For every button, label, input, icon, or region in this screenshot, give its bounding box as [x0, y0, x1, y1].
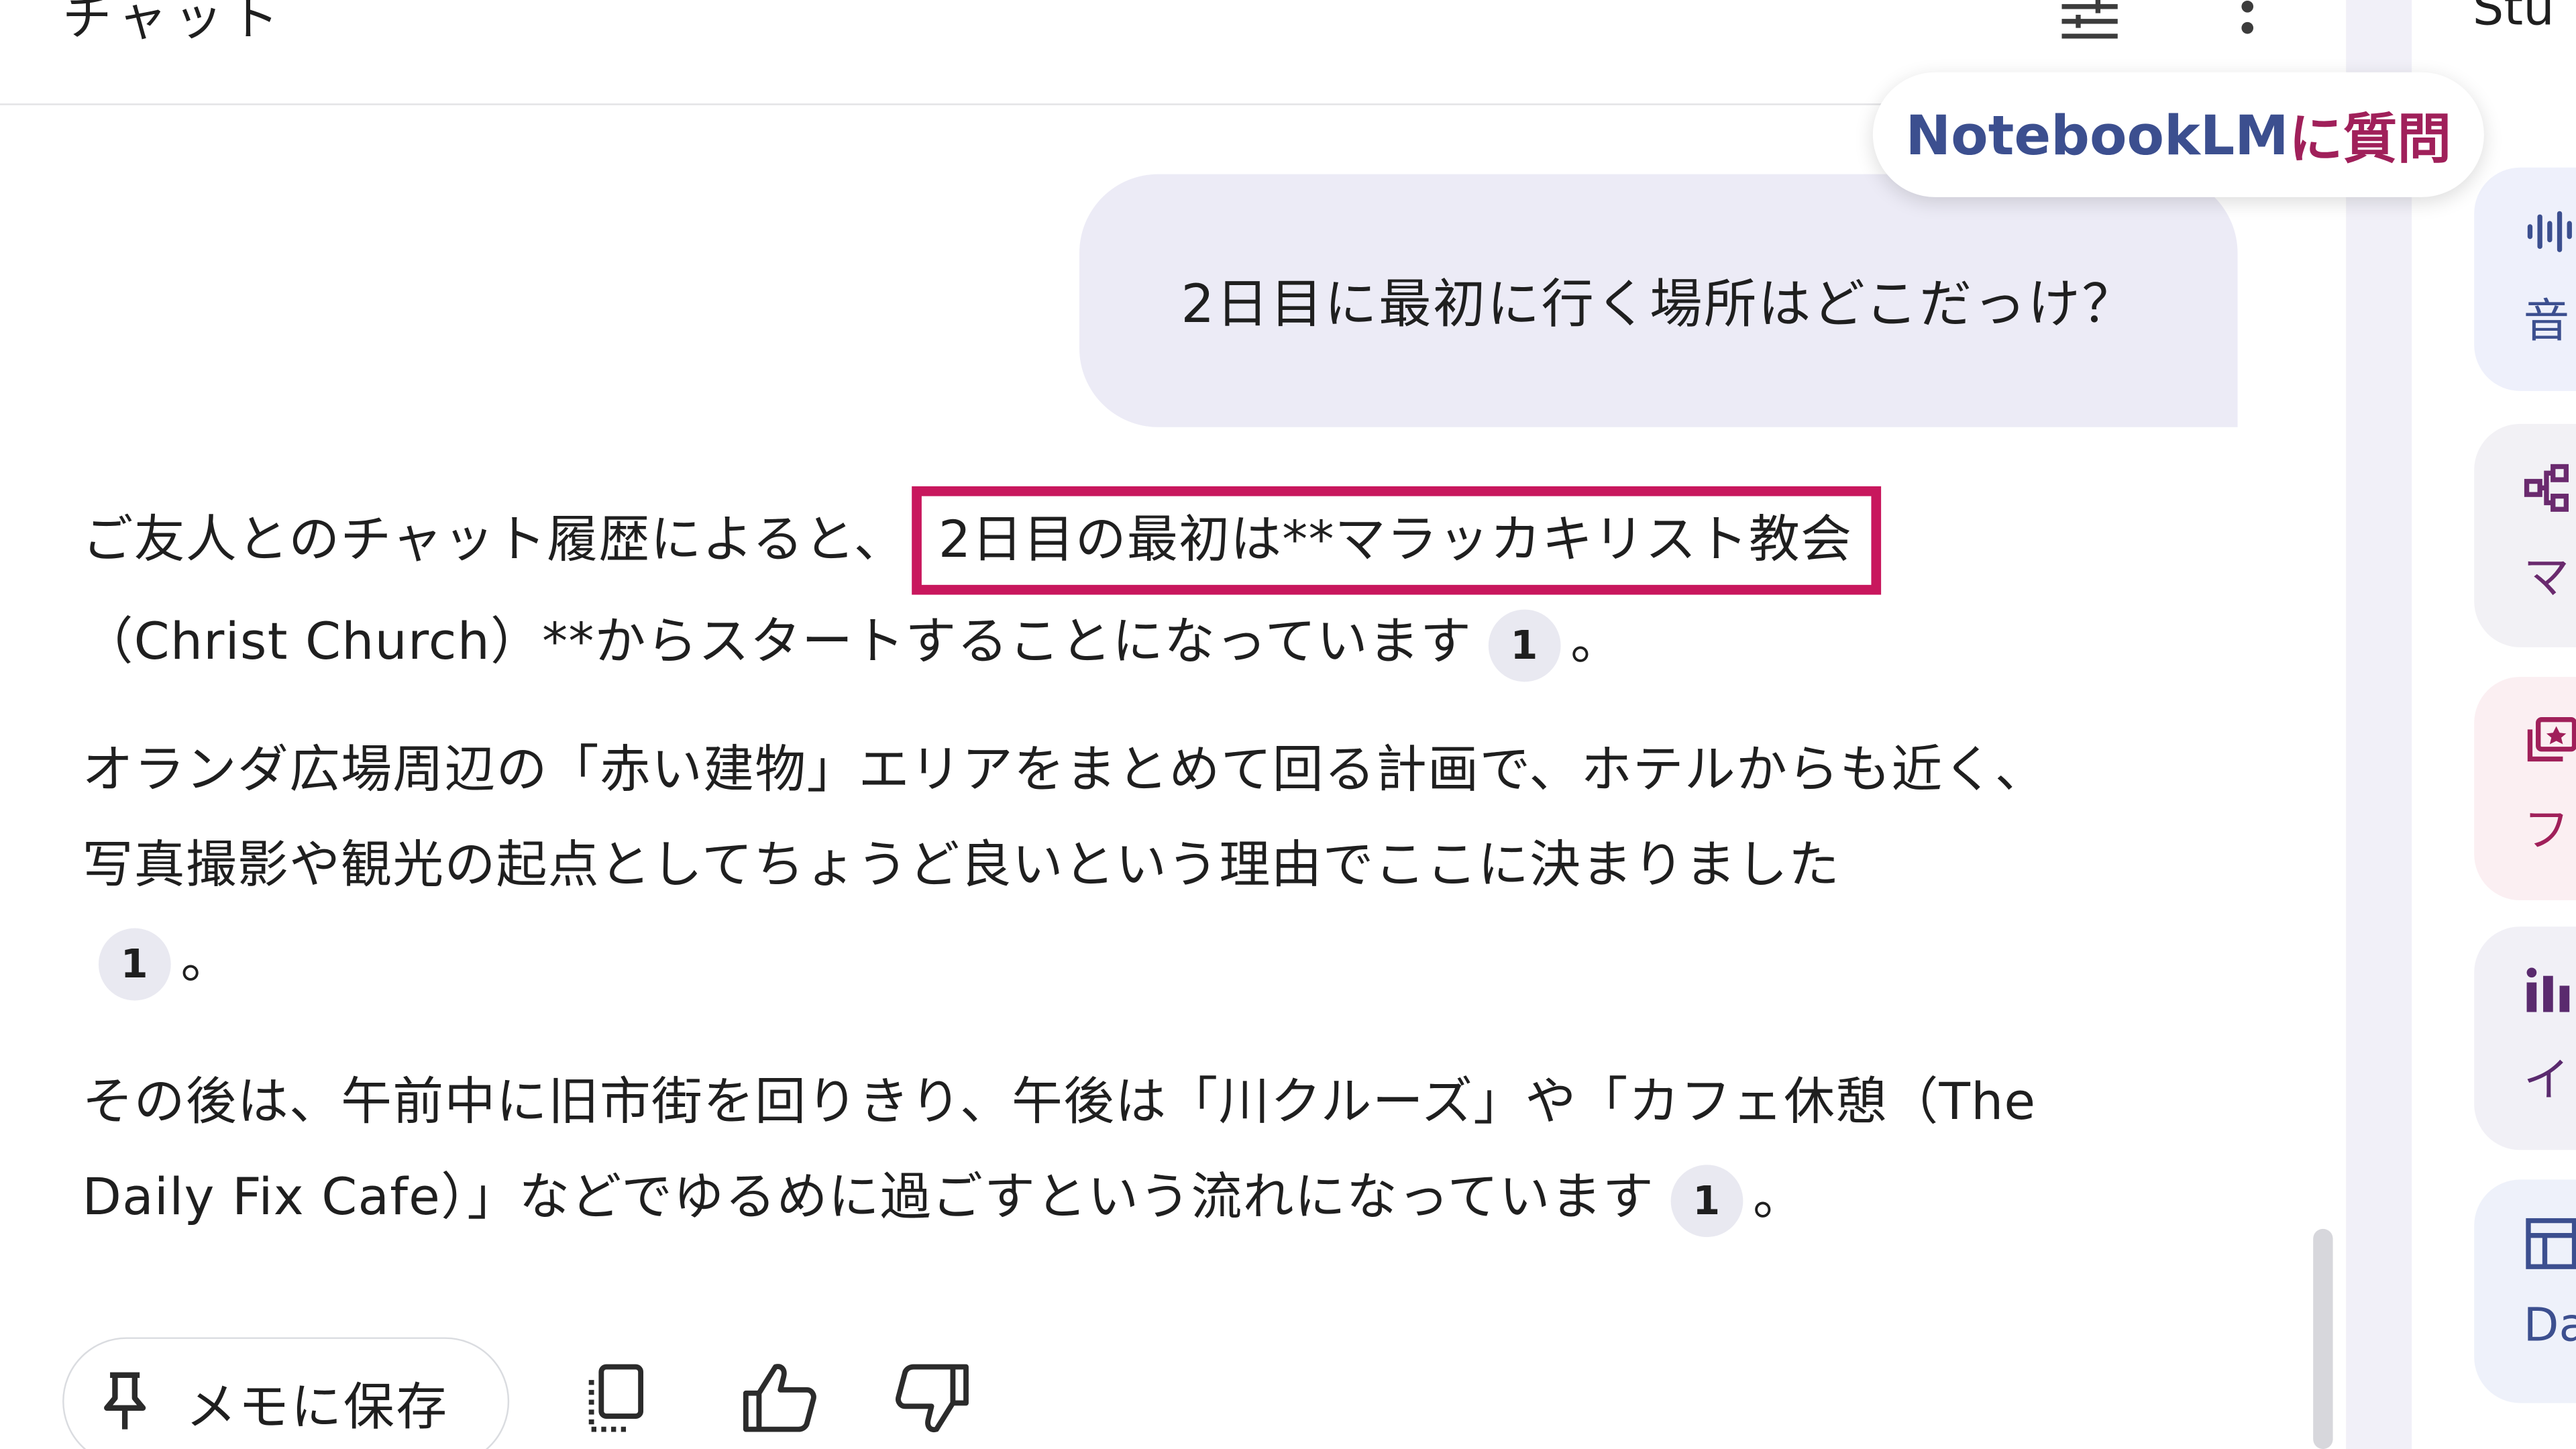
chat-scrollbar[interactable]	[2313, 1228, 2333, 1449]
answer-paragraph-1: ご友人とのチャット履歴によると、 2日目の最初は**マラッカキリスト教会 （Chr…	[82, 486, 2119, 690]
user-query-bubble: 2日目に最初に行く場所はどこだっけ？	[1079, 174, 2238, 427]
answer-p3-text: その後は、午前中に旧市街を回りきり、午後は「川クルーズ」や「カフェ休憩（The …	[82, 1073, 2037, 1228]
tooltip-action: に質問	[2288, 107, 2452, 171]
flashcard-icon	[2527, 716, 2576, 762]
studio-card-mindmap[interactable]: マ	[2474, 423, 2576, 647]
studio-title: Stu	[2472, 0, 2555, 38]
answer-p2-period: 。	[180, 931, 233, 991]
answer-paragraph-2: オランダ広場周辺の「赤い建物」エリアをまとめて回る計画で、ホテルからも近く、写真…	[82, 723, 2086, 1009]
studio-card-infographic[interactable]: イ	[2474, 926, 2576, 1150]
studio-card-audio-label: 音	[2523, 294, 2570, 349]
pin-icon	[104, 1372, 146, 1430]
answer-p3-period: 。	[1752, 1168, 1805, 1228]
thumb-down-icon[interactable]	[892, 1357, 974, 1439]
answer-p2-text: オランダ広場周辺の「赤い建物」エリアをまとめて回る計画で、ホテルからも近く、写真…	[82, 741, 2047, 896]
audio-icon	[2527, 211, 2572, 252]
studio-card-infographic-label: イ	[2523, 1053, 2570, 1108]
mindmap-icon	[2524, 464, 2569, 512]
citation-chip[interactable]: 1	[1488, 608, 1561, 682]
data-table-icon	[2526, 1218, 2576, 1269]
studio-card-audio[interactable]: 音	[2474, 167, 2576, 391]
copy-icon[interactable]	[578, 1357, 660, 1439]
answer-p1-intro: ご友人とのチャット履歴によると、	[82, 511, 906, 570]
save-to-note-label: メモに保存	[185, 1377, 449, 1437]
answer-paragraph-3: その後は、午前中に旧市街を回りきり、午後は「川クルーズ」や「カフェ休憩（The …	[82, 1055, 2086, 1245]
more-vert-icon[interactable]	[2210, 0, 2286, 49]
citation-chip[interactable]: 1	[1670, 1164, 1743, 1236]
citation-chip[interactable]: 1	[98, 927, 171, 1000]
ask-notebooklm-tooltip: NotebookLM に質問	[1872, 72, 2484, 197]
studio-card-mindmap-label: マ	[2523, 550, 2570, 605]
notebooklm-chat-screen: チャット NotebookLM に質問 2日目に最初に行く場所はどこだっけ？ ご友	[0, 0, 2576, 1449]
save-to-note-button[interactable]: メモに保存	[62, 1337, 510, 1449]
tooltip-brand: NotebookLM	[1905, 103, 2289, 167]
highlighted-answer: 2日目の最初は**マラッカキリスト教会	[912, 486, 1882, 595]
tune-icon[interactable]	[2052, 0, 2128, 49]
studio-card-flashcards[interactable]: フ	[2474, 676, 2576, 901]
infographic-icon	[2526, 967, 2570, 1012]
studio-card-flashcards-label: フ	[2523, 803, 2570, 858]
user-query-text: 2日目に最初に行く場所はどこだっけ？	[1181, 272, 2137, 335]
answer-p1-rest: （Christ Church）**からスタートすることになっています	[82, 612, 1472, 672]
chat-title: チャット	[62, 0, 286, 48]
studio-card-data-table-label: Da	[2523, 1297, 2576, 1352]
panel-divider	[2346, 0, 2412, 1449]
answer-p1-period: 。	[1570, 612, 1623, 672]
thumb-up-icon[interactable]	[738, 1357, 820, 1439]
studio-card-data-table[interactable]: Da	[2474, 1179, 2576, 1403]
